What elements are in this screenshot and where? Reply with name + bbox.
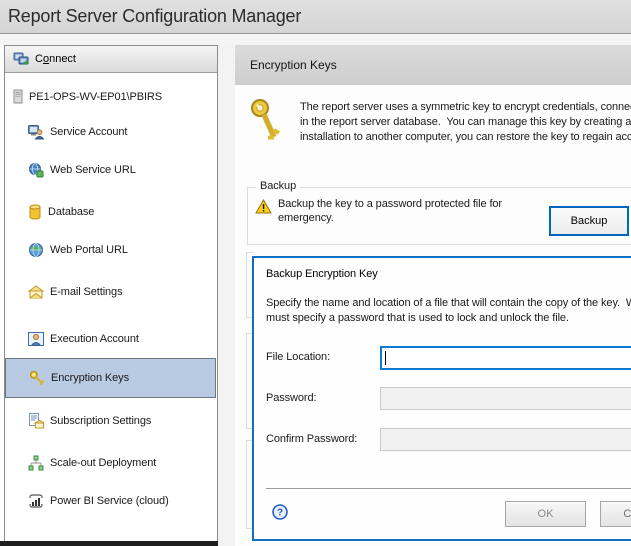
sidebar-item-power-bi-service[interactable]: Power BI Service (cloud) [5,481,216,521]
cancel-button[interactable]: Cancel [600,501,631,527]
backup-text-line-1: Backup the key to a password protected f… [278,198,502,210]
sidebar-item-label: E-mail Settings [50,286,123,298]
web-service-url-icon [29,163,44,178]
service-account-icon [28,125,44,140]
key-icon [29,370,45,385]
execution-account-icon [28,332,44,346]
backup-text-line-2: emergency. [278,212,334,224]
sidebar-item-encryption-keys[interactable]: Encryption Keys [5,358,216,398]
svg-text:?: ? [277,508,283,519]
web-portal-url-icon [29,243,43,257]
file-location-input[interactable] [380,346,631,370]
sidebar-item-label: Web Service URL [50,164,136,176]
sidebar-item-label: Power BI Service (cloud) [50,495,169,507]
confirm-password-input [380,428,631,451]
ok-button: OK [505,501,586,527]
sidebar-item-web-portal-url[interactable]: Web Portal URL [5,230,216,270]
password-label: Password: [266,392,317,404]
backup-group-legend: Backup [256,180,301,192]
description-line-3: installation to another computer, you ca… [300,131,631,143]
sidebar-item-execution-account[interactable]: Execution Account [5,319,216,359]
description-line-2: in the report server database. You can m… [300,116,631,128]
window-title: Report Server Configuration Manager [8,6,302,26]
text-caret [385,351,386,365]
panel-gutter [218,45,235,546]
encryption-key-large-icon [247,97,283,150]
sidebar-item-service-account[interactable]: Service Account [5,112,216,152]
backup-group: Backup Backup the key to a password prot… [247,180,631,245]
sidebar-item-label: Web Portal URL [50,244,128,256]
sidebar-item-email-settings[interactable]: E-mail Settings [5,272,216,312]
main-header: Encryption Keys [235,45,631,85]
title-sub-strip [0,34,631,45]
backup-encryption-key-dialog: Backup Encryption Key Specify the name a… [252,256,631,541]
bottom-dark-bar [0,541,218,546]
file-location-label: File Location: [266,351,331,363]
server-icon [13,89,23,104]
dialog-title: Backup Encryption Key [266,268,378,280]
sidebar-item-label: Encryption Keys [51,372,129,384]
sidebar-item-label: Scale-out Deployment [50,457,157,469]
subscription-settings-icon [29,413,44,429]
dialog-text-line-1: Specify the name and location of a file … [266,297,631,309]
connect-computers-icon [13,52,29,65]
dialog-divider [266,488,631,489]
backup-button[interactable]: Backup [549,206,629,236]
dialog-text-line-2: must specify a password that is used to … [266,312,569,324]
scale-out-deployment-icon [28,455,44,471]
window-title-bar: Report Server Configuration Manager [0,0,631,34]
sidebar-item-scale-out-deployment[interactable]: Scale-out Deployment [5,443,216,483]
sidebar-item-label: Service Account [50,126,128,138]
database-icon [29,204,41,220]
connect-button[interactable]: Connect [5,46,217,73]
help-icon[interactable]: ? [272,504,288,525]
sidebar-item-database[interactable]: Database [5,192,216,232]
description-line-1: The report server uses a symmetric key t… [300,101,631,113]
password-input [380,387,631,410]
sidebar-item-label: Database [48,206,95,218]
warning-icon [255,198,272,219]
email-icon [28,285,44,299]
page-title: Encryption Keys [250,58,337,72]
sidebar: Connect PE1-OPS-WV-EP01\PBIRS Service Ac… [4,45,218,546]
sidebar-item-label: Execution Account [50,333,139,345]
sidebar-item-web-service-url[interactable]: Web Service URL [5,150,216,190]
sidebar-item-subscription-settings[interactable]: Subscription Settings [5,401,216,441]
sidebar-item-label: Subscription Settings [50,415,152,427]
confirm-password-label: Confirm Password: [266,433,358,445]
sidebar-item-server[interactable]: PE1-OPS-WV-EP01\PBIRS [6,85,216,109]
power-bi-chart-icon [29,494,43,508]
server-name: PE1-OPS-WV-EP01\PBIRS [29,91,162,103]
connect-label: Connect [35,53,76,65]
